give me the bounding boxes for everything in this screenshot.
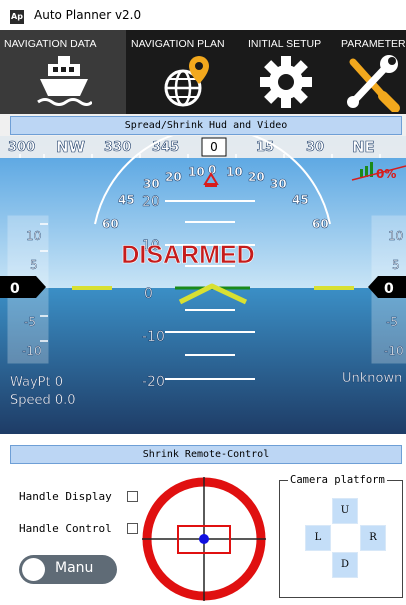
roll-label: 20 — [165, 170, 182, 184]
joystick-pad[interactable] — [140, 473, 268, 605]
right-tape-value: 0 — [384, 281, 394, 297]
camera-platform-label: Camera platform — [288, 474, 387, 486]
tab-initial-setup[interactable]: INITIAL SETUP — [244, 30, 336, 114]
window-title: Auto Planner v2.0 — [34, 8, 142, 22]
manual-toggle[interactable]: Manu — [19, 555, 117, 584]
right-tape-tick: -5 — [386, 315, 398, 329]
wrench-screwdriver-icon — [347, 55, 400, 112]
main-tab-bar: NAVIGATION DATA NAVIGATION PLAN INITIAL … — [0, 30, 406, 114]
heading-value: 0 — [210, 140, 218, 154]
tab-parameter[interactable]: PARAMETER — [337, 30, 406, 114]
toggle-knob — [22, 558, 45, 581]
tab-label: NAVIGATION DATA — [4, 38, 97, 50]
heading-tick: 300 — [8, 140, 35, 155]
roll-label: 30 — [143, 177, 160, 191]
handle-display-checkbox[interactable] — [127, 491, 138, 502]
speed-readout: Speed 0.0 — [10, 393, 76, 408]
tab-navigation-data[interactable]: NAVIGATION DATA — [0, 30, 126, 114]
camera-down-button[interactable]: D — [332, 552, 358, 578]
tab-label: INITIAL SETUP — [248, 38, 322, 50]
remote-toggle-bar[interactable]: Shrink Remote-Control — [10, 445, 402, 464]
roll-label: 30 — [270, 177, 287, 191]
heading-tick: 330 — [104, 140, 131, 155]
roll-label: 20 — [248, 170, 265, 184]
right-tape-tick: -10 — [384, 344, 404, 358]
heading-tick: 15 — [256, 140, 274, 155]
handle-display-label: Handle Display — [19, 490, 112, 503]
roll-label: 60 — [102, 217, 119, 231]
left-tape-tick: 10 — [26, 229, 41, 243]
heading-tick: NW — [56, 138, 86, 156]
attitude-indicator: 300 NW 330 345 0 15 30 NE 0 60 45 30 20 … — [0, 136, 406, 434]
waypoint-readout: WayPt 0 — [10, 375, 63, 390]
pitch-label: -10 — [142, 329, 165, 345]
handle-control-checkbox[interactable] — [127, 523, 138, 534]
tab-label: NAVIGATION PLAN — [131, 38, 225, 50]
pitch-label: 0 — [144, 286, 153, 302]
roll-label: 10 — [188, 165, 205, 179]
roll-label: 10 — [226, 165, 243, 179]
armed-status: DISARMED — [121, 241, 254, 269]
roll-label: 60 — [312, 217, 329, 231]
camera-left-button[interactable]: L — [305, 525, 331, 551]
toggle-label: Manu — [55, 560, 94, 576]
pitch-label: -20 — [142, 374, 165, 390]
boat-icon — [37, 56, 92, 106]
gear-icon — [260, 56, 312, 108]
right-tape-tick: 5 — [392, 258, 400, 272]
hud-display: 300 NW 330 345 0 15 30 NE 0 60 45 30 20 … — [0, 136, 406, 434]
app-logo-icon: Ap — [10, 10, 24, 24]
right-tape-tick: 10 — [388, 229, 403, 243]
hud-toggle-bar[interactable]: Spread/Shrink Hud and Video — [10, 116, 402, 135]
left-tape-tick: -10 — [22, 344, 42, 358]
tab-navigation-plan[interactable]: NAVIGATION PLAN — [127, 30, 243, 114]
mode-readout: Unknown — [342, 371, 402, 386]
left-tape-value: 0 — [10, 281, 20, 297]
globe-pin-icon — [164, 56, 209, 107]
heading-tick: 30 — [306, 140, 324, 155]
camera-up-button[interactable]: U — [332, 498, 358, 524]
left-tape-tick: 5 — [30, 258, 38, 272]
camera-right-button[interactable]: R — [360, 525, 386, 551]
handle-control-label: Handle Control — [19, 522, 112, 535]
roll-label: 45 — [292, 193, 309, 207]
tab-label: PARAMETER — [341, 38, 406, 50]
heading-tick: NE — [352, 138, 375, 156]
left-tape-tick: -5 — [24, 315, 36, 329]
pitch-label: 20 — [142, 194, 160, 210]
title-bar: Ap Auto Planner v2.0 — [0, 0, 406, 30]
roll-label: 45 — [118, 193, 135, 207]
joystick-position-dot — [199, 534, 209, 544]
